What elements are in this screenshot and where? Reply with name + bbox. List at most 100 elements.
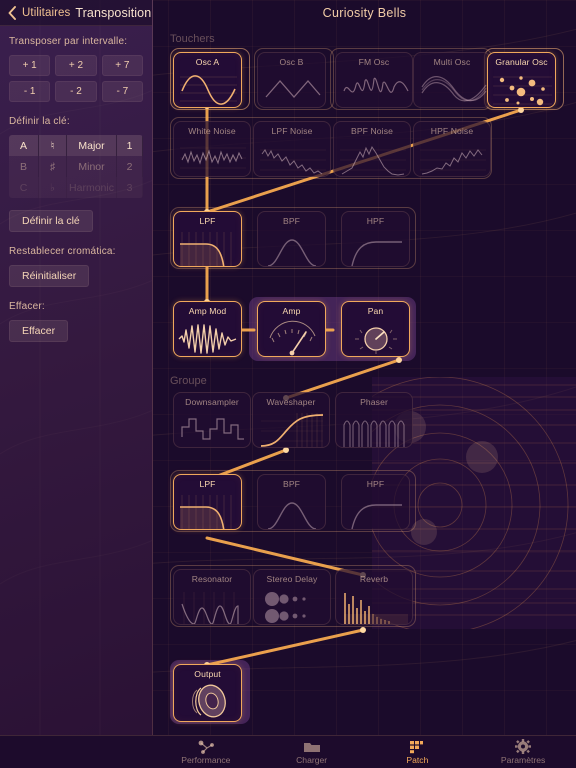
key-note-option-2[interactable]: C <box>9 177 39 198</box>
module-label: Output <box>194 669 221 679</box>
section-label-touchers: Touchers <box>170 33 215 45</box>
sigmoid-curve-icon <box>253 409 329 447</box>
module-multi-osc[interactable]: Multi Osc <box>413 52 491 108</box>
lowpass-curve-icon <box>174 491 241 529</box>
module-stereo-delay[interactable]: Stereo Delay <box>253 569 331 625</box>
vu-meter-icon <box>258 318 325 356</box>
reset-button[interactable]: Réinitialiser <box>9 265 90 287</box>
module-label: Resonator <box>191 574 233 584</box>
key-note-option-0[interactable]: A <box>9 135 39 156</box>
module-label: Amp Mod <box>188 306 227 316</box>
interval-button-plus1[interactable]: + 1 <box>9 55 51 76</box>
chevron-left-icon[interactable] <box>8 5 17 20</box>
reverb-decay-icon <box>336 586 412 624</box>
module-label: Amp <box>282 306 301 316</box>
key-scale-option-1[interactable]: Minor <box>67 156 117 177</box>
sidebar-header: Utilitaires Transposition <box>0 0 152 26</box>
tab-charger[interactable]: Charger <box>259 736 365 768</box>
module-lpf-1[interactable]: LPF <box>173 211 242 267</box>
sidebar-body: Transposer par intervalle: + 1 + 2 + 7 -… <box>0 26 152 356</box>
module-label: LPF <box>199 479 216 489</box>
tab-performance[interactable]: Performance <box>153 736 259 768</box>
module-osc-b[interactable]: Osc B <box>257 52 326 108</box>
module-bpf-1[interactable]: BPF <box>257 211 326 267</box>
reset-label: Restablecer cromática: <box>9 246 116 257</box>
interval-button-minus2[interactable]: - 2 <box>55 81 97 102</box>
tab-label: Charger <box>296 754 328 765</box>
module-label: Granular Osc <box>495 57 548 67</box>
module-fm-osc[interactable]: FM Osc <box>335 52 413 108</box>
module-label: HPF <box>366 216 385 226</box>
key-note-option-1[interactable]: B <box>9 156 39 177</box>
clear-button[interactable]: Effacer <box>9 320 69 342</box>
module-amp[interactable]: Amp <box>257 301 326 357</box>
section-label-groupe: Groupe <box>170 375 207 387</box>
module-label: BPF Noise <box>351 126 393 136</box>
module-waveshaper[interactable]: Waveshaper <box>252 392 330 448</box>
interval-button-minus7[interactable]: - 7 <box>101 81 143 102</box>
module-bpf-noise[interactable]: BPF Noise <box>333 121 411 177</box>
module-resonator[interactable]: Resonator <box>173 569 251 625</box>
interval-button-minus1[interactable]: - 1 <box>9 81 51 102</box>
noise-lp-icon <box>254 138 330 176</box>
set-key-button[interactable]: Définir la clé <box>9 210 93 232</box>
module-label: Osc B <box>279 57 304 67</box>
module-hpf-1[interactable]: HPF <box>341 211 410 267</box>
lowpass-curve-icon <box>174 228 241 266</box>
tab-label: Performance <box>181 754 231 765</box>
module-amp-mod[interactable]: Amp Mod <box>173 301 242 357</box>
sidebar: Utilitaires Transposition Transposer par… <box>0 0 153 768</box>
module-label: HPF Noise <box>430 126 474 136</box>
fm-wave-icon <box>336 69 412 107</box>
key-number-option-2[interactable]: 3 <box>117 177 143 198</box>
key-accidental-option-1[interactable]: ♯ <box>39 156 67 177</box>
module-hpf-noise[interactable]: HPF Noise <box>413 121 491 177</box>
key-picker[interactable]: A B C ♮ ♯ ♭ Major Minor Harmonic 1 2 3 <box>9 135 143 198</box>
module-lpf-2[interactable]: LPF <box>173 474 242 530</box>
module-label: Pan <box>367 306 384 316</box>
noise-hp-icon <box>414 138 490 176</box>
tab-label: Paramètres <box>500 754 546 765</box>
bandpass-curve-icon <box>258 491 325 529</box>
interval-button-plus2[interactable]: + 2 <box>55 55 97 76</box>
key-number-option-0[interactable]: 1 <box>117 135 143 156</box>
module-bpf-2[interactable]: BPF <box>257 474 326 530</box>
module-label: Stereo Delay <box>266 574 318 584</box>
module-downsampler[interactable]: Downsampler <box>173 392 251 448</box>
tabbar-tabs: Performance Charger Patch Paramètres <box>153 736 576 768</box>
tab-patch[interactable]: Patch <box>365 736 471 768</box>
key-picker-number-column[interactable]: 1 2 3 <box>117 135 143 198</box>
key-number-option-1[interactable]: 2 <box>117 156 143 177</box>
module-output[interactable]: Output <box>173 664 242 722</box>
interval-button-plus7[interactable]: + 7 <box>101 55 143 76</box>
key-accidental-option-2[interactable]: ♭ <box>39 177 67 198</box>
staircase-wave-icon <box>174 409 250 447</box>
highpass-curve-icon <box>342 491 409 529</box>
module-label: LPF Noise <box>271 126 313 136</box>
module-white-noise[interactable]: White Noise <box>173 121 251 177</box>
module-phaser[interactable]: Phaser <box>335 392 413 448</box>
module-label: FM Osc <box>358 57 390 67</box>
app-root: Utilitaires Transposition Transposer par… <box>0 0 576 768</box>
sine-wave-icon <box>174 69 241 107</box>
module-osc-a[interactable]: Osc A <box>173 52 242 108</box>
page-title: Curiosity Bells <box>322 6 407 20</box>
key-label: Définir la clé: <box>9 116 70 127</box>
module-reverb[interactable]: Reverb <box>335 569 413 625</box>
breadcrumb-parent[interactable]: Utilitaires <box>22 7 70 19</box>
tab-parametres[interactable]: Paramètres <box>470 736 576 768</box>
key-accidental-option-0[interactable]: ♮ <box>39 135 67 156</box>
key-picker-scale-column[interactable]: Major Minor Harmonic <box>67 135 117 198</box>
module-label: Phaser <box>360 397 388 407</box>
module-granular-osc[interactable]: Granular Osc <box>487 52 556 108</box>
module-label: White Noise <box>188 126 236 136</box>
module-hpf-2[interactable]: HPF <box>341 474 410 530</box>
module-lpf-noise[interactable]: LPF Noise <box>253 121 331 177</box>
key-picker-accidental-column[interactable]: ♮ ♯ ♭ <box>39 135 67 198</box>
module-label: LPF <box>199 216 216 226</box>
module-pan[interactable]: Pan <box>341 301 410 357</box>
key-scale-option-0[interactable]: Major <box>67 135 117 156</box>
key-picker-note-column[interactable]: A B C <box>9 135 39 198</box>
patch-cables <box>204 103 524 668</box>
key-scale-option-2[interactable]: Harmonic <box>67 177 117 198</box>
